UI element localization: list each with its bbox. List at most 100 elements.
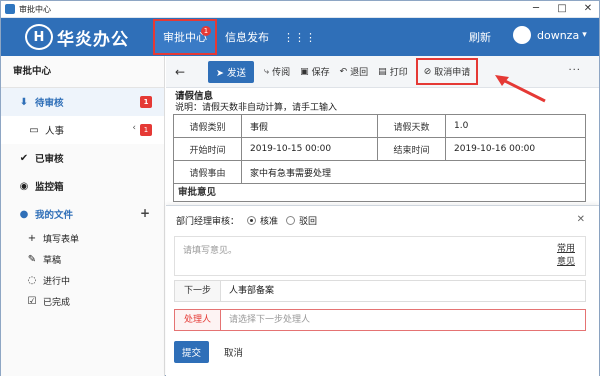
next-step-value: 人事部备案 [229, 286, 275, 296]
nav-info-publish[interactable]: 信息发布 [217, 18, 277, 56]
cell-value: 事假 [241, 114, 378, 138]
cell-value: 1.0 [445, 114, 586, 138]
cell-value: 2019-10-16 00:00 [445, 137, 586, 161]
form-note: 说明：请假天数非自动计算，请手工输入 [175, 103, 338, 113]
pending-badge: 1 [140, 96, 152, 108]
undo-icon: ↶ [339, 66, 348, 77]
spinner-icon: ◌ [27, 275, 37, 286]
sidebar-item-label: 人事 [45, 126, 65, 137]
cancel-request-button[interactable]: ⊘ 取消申请 [415, 58, 479, 85]
table-row: 请假类别 事假 请假天数 1.0 [173, 114, 586, 138]
approve-radio[interactable] [247, 216, 257, 225]
submit-button[interactable]: 提交 [174, 341, 210, 363]
nav-info-publish-label: 信息发布 [225, 31, 269, 44]
folder-icon: ▭ [29, 124, 39, 136]
handler-label: 处理人 [175, 310, 221, 330]
sidebar-item-personnel[interactable]: ▭ 人事 ‹ 1 [1, 116, 164, 144]
cancel-button[interactable]: 取消 [224, 345, 243, 359]
top-nav: 审批中心 1 信息发布 ⋮⋮⋮ [153, 18, 322, 56]
sidebar-item-approved[interactable]: ✔ 已审核 [1, 144, 164, 172]
table-row: 开始时间 2019-10-15 00:00 结束时间 2019-10-16 00… [173, 137, 586, 161]
common-opinion-line2: 意见 [556, 257, 575, 267]
leave-table: 请假类别 事假 请假天数 1.0 开始时间 2019-10-15 00:00 结… [173, 114, 586, 184]
close-window-button[interactable]: ✕ [581, 3, 595, 15]
return-button[interactable]: ↶ 退回 [339, 65, 369, 79]
chevron-left-icon: ‹ [132, 123, 136, 133]
handler-field[interactable]: 处理人 请选择下一步处理人 [174, 309, 586, 331]
table-row: 请假事由 家中有急事需要处理 [173, 160, 586, 184]
cell-label: 开始时间 [173, 137, 242, 161]
leave-form: 请假信息 说明：请假天数非自动计算，请手工输入 请假类别 事假 请假天数 1.0… [173, 88, 586, 206]
printer-icon: ▤ [378, 66, 387, 77]
reject-label: 驳回 [299, 217, 318, 227]
minimize-button[interactable]: ─ [529, 3, 543, 15]
double-check-icon: ✔ [19, 152, 29, 164]
send-button[interactable]: ➤ 发送 [208, 60, 255, 83]
sidebar-item-pending[interactable]: ⬇ 待审核 1 [1, 88, 164, 116]
print-label: 打印 [389, 68, 408, 78]
sidebar: 审批中心 ⬇ 待审核 1 ▭ 人事 ‹ 1 ✔ 已审核 ◉ 监控箱 ● 我的文件… [1, 56, 165, 376]
cell-label: 请假天数 [377, 114, 446, 138]
reject-radio[interactable] [286, 216, 296, 225]
sidebar-item-draft[interactable]: ✎ 草稿 [1, 249, 164, 270]
nav-badge: 1 [201, 26, 211, 36]
cancel-request-label: 取消申请 [434, 68, 471, 78]
back-arrow-icon[interactable]: ← [166, 65, 194, 79]
sidebar-item-fill-form[interactable]: + 填写表单 [1, 228, 164, 249]
inbox-download-icon: ⬇ [19, 96, 29, 108]
forward-button[interactable]: ⤷ 传阅 [264, 65, 291, 79]
approval-label: 部门经理审核： [176, 217, 240, 227]
common-opinion-link[interactable]: 常用 意见 [557, 243, 575, 269]
apps-grid-icon[interactable]: ⋮⋮⋮ [277, 31, 322, 44]
cell-value: 家中有急事需要处理 [241, 160, 586, 184]
handler-placeholder: 请选择下一步处理人 [229, 315, 311, 325]
sidebar-item-label: 进行中 [43, 277, 71, 287]
sidebar-item-completed[interactable]: ☑ 已完成 [1, 291, 164, 312]
sidebar-item-label: 已审核 [35, 154, 64, 165]
sidebar-item-label: 已完成 [43, 298, 71, 308]
return-label: 退回 [350, 68, 369, 78]
refresh-button[interactable]: 刷新 [469, 29, 491, 45]
avatar [513, 26, 531, 44]
app-window: 审批中心 ─ □ ✕ H 华炎办公 审批中心 1 信息发布 ⋮⋮⋮ 刷新 dow… [0, 0, 600, 376]
sidebar-item-in-progress[interactable]: ◌ 进行中 [1, 270, 164, 291]
logo-icon: H [25, 24, 53, 50]
send-icon: ➤ [216, 67, 224, 79]
opinion-input[interactable]: 请填写意见。 常用 意见 [174, 236, 586, 276]
window-title: 审批中心 [19, 4, 51, 14]
forward-icon: ⤷ [264, 66, 270, 77]
sidebar-item-monitor[interactable]: ◉ 监控箱 [1, 172, 164, 200]
cell-label: 请假事由 [173, 160, 242, 184]
user-menu[interactable]: downza ▾ [513, 26, 587, 44]
eye-icon: ◉ [19, 180, 29, 192]
app-header: H 华炎办公 审批中心 1 信息发布 ⋮⋮⋮ 刷新 downza ▾ [1, 18, 599, 56]
plus-icon[interactable]: + [140, 206, 150, 220]
plus-icon: + [27, 233, 37, 244]
nav-approval-center[interactable]: 审批中心 1 [153, 19, 217, 55]
chevron-down-icon: ▾ [582, 30, 587, 40]
more-menu-button[interactable]: ··· [568, 65, 581, 76]
sidebar-item-label: 待审核 [35, 98, 64, 109]
window-titlebar: 审批中心 ─ □ ✕ [1, 1, 599, 18]
user-icon: ● [19, 208, 29, 220]
sidebar-item-label: 草稿 [43, 256, 62, 266]
next-step-label: 下一步 [175, 281, 221, 301]
common-opinion-line1: 常用 [556, 244, 575, 254]
cell-value: 2019-10-15 00:00 [241, 137, 378, 161]
sidebar-item-label: 我的文件 [35, 210, 74, 221]
save-button[interactable]: ▣ 保存 [300, 65, 330, 79]
personnel-badge: 1 [140, 124, 152, 136]
logo-text: 华炎办公 [57, 29, 129, 50]
sidebar-item-my-files[interactable]: ● 我的文件 + [1, 200, 164, 228]
cell-label: 请假类别 [173, 114, 242, 138]
approve-label: 核准 [260, 217, 279, 227]
save-label: 保存 [311, 68, 330, 78]
forward-label: 传阅 [272, 68, 291, 78]
close-icon[interactable]: ✕ [577, 214, 585, 225]
next-step-field[interactable]: 下一步 人事部备案 [174, 280, 586, 302]
print-button[interactable]: ▤ 打印 [378, 65, 408, 79]
sidebar-title: 审批中心 [1, 56, 164, 88]
app-icon [5, 4, 15, 14]
edit-icon: ✎ [27, 254, 37, 265]
maximize-button[interactable]: □ [555, 3, 569, 15]
